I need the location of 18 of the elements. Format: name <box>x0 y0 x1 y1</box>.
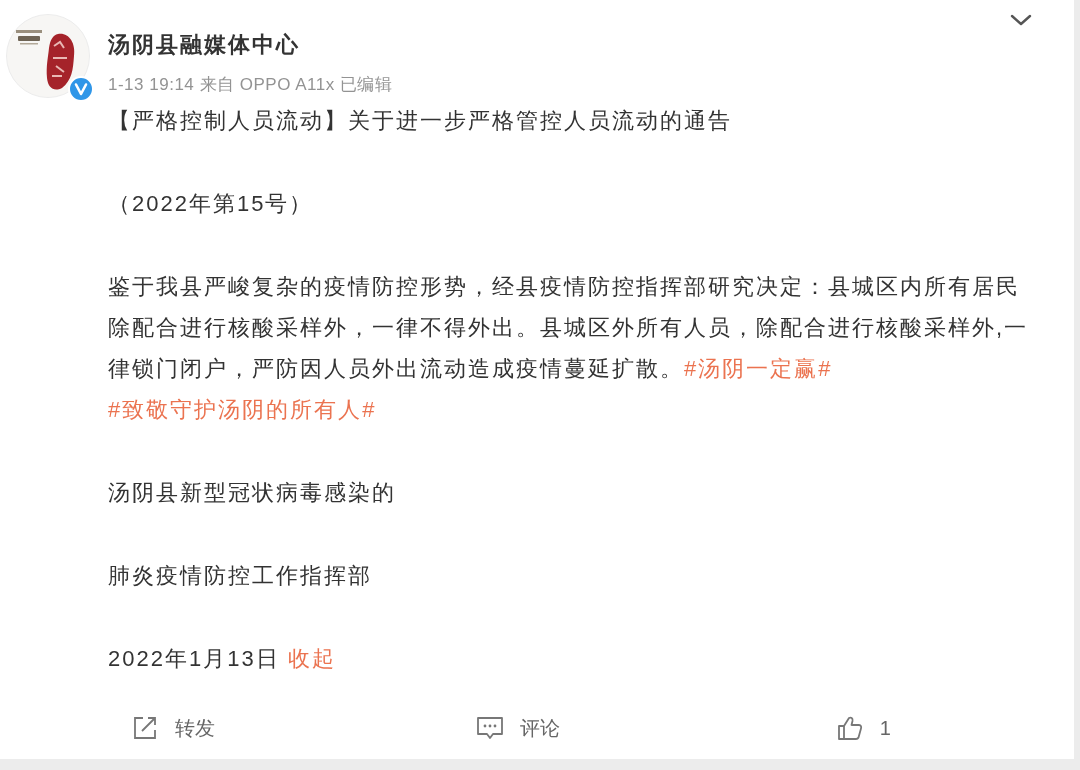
like-button[interactable]: 1 <box>833 710 893 746</box>
comment-icon <box>476 715 504 741</box>
collapse-link[interactable]: 收起 <box>287 638 336 679</box>
author-name[interactable]: 汤阴县融媒体中心 <box>108 30 300 60</box>
post-text: （2022年第15号） <box>108 190 315 218</box>
thumbs-up-icon <box>835 715 864 741</box>
post-text: 肺炎疫情防控工作指挥部 <box>108 562 373 590</box>
post-text: 汤阴县新型冠状病毒感染的 <box>108 479 397 507</box>
chevron-down-icon[interactable] <box>1010 14 1032 26</box>
comment-button[interactable]: 评论 <box>474 710 562 746</box>
post-date: 2022年1月13日 <box>108 645 280 673</box>
seal-logo-avatar[interactable] <box>6 14 90 98</box>
hashtag-link[interactable]: #致敬守护汤阴的所有人# <box>108 397 377 422</box>
repost-button[interactable]: 转发 <box>128 710 217 746</box>
hashtag-link[interactable]: #汤阴一定赢# <box>684 356 833 381</box>
post-paragraph: 鉴于我县严峻复杂的疫情防控形势，经县疫情防控指挥部研究决定：县城区内所有居民除配合进行核酸采样外，一律不得外出。县城区外所有人员，除配合进行核酸采样外,一律锁门闭户，严防因人员外出流动造成疫情蔓延扩散。#汤阴一定赢# #致敬守护汤阴的所有人# <box>108 273 1030 424</box>
post-meta: 1-13 19:14 来自 OPPO A11x 已编辑 <box>108 74 393 96</box>
post-text: 【严格控制人员流动】关于进一步严格管控人员流动的通告 <box>108 107 733 135</box>
